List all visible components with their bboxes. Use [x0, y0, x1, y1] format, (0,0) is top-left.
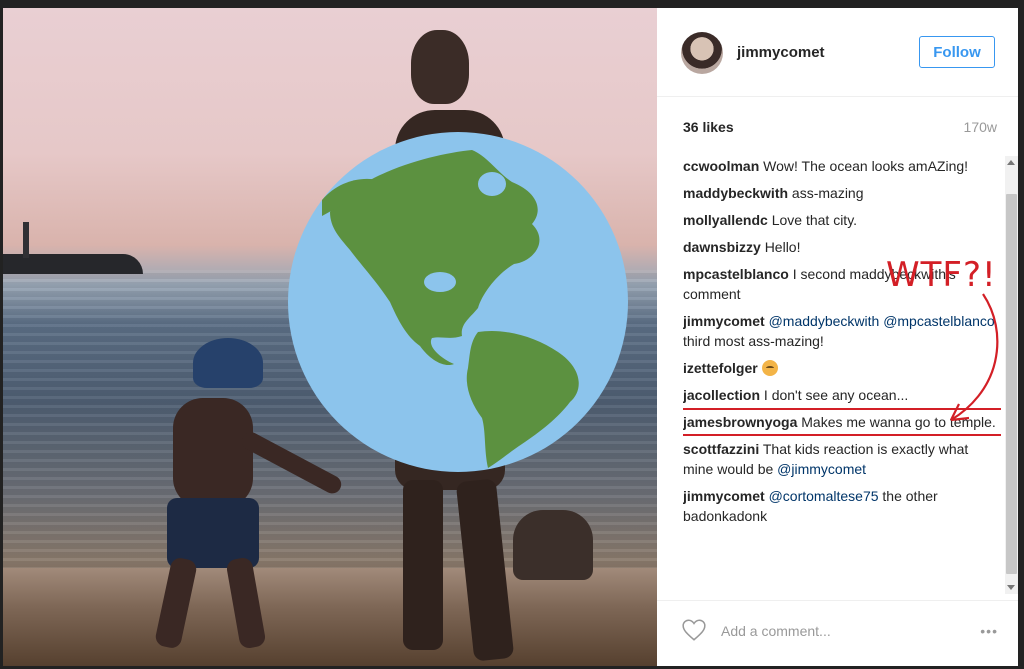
- comment-item: maddybeckwith ass-mazing: [683, 183, 1001, 203]
- likes-count[interactable]: 36 likes: [683, 119, 734, 135]
- username-link[interactable]: jimmycomet: [737, 44, 825, 61]
- follow-button[interactable]: Follow: [919, 36, 995, 68]
- annotation-text: WTF?!: [886, 255, 997, 295]
- comment-item: mollyallendc Love that city.: [683, 210, 1001, 230]
- scroll-down-arrow-icon[interactable]: [1007, 585, 1015, 590]
- comment-username[interactable]: dawnsbizzy: [683, 239, 761, 255]
- comment-footer: Add a comment... •••: [657, 600, 1018, 667]
- flushed-face-emoji: [761, 360, 778, 376]
- comment-text: ass-mazing: [791, 185, 864, 201]
- comment-text: third most ass-mazing!: [683, 333, 824, 349]
- globe-emoji-icon: [288, 132, 628, 472]
- photo-post: [23, 222, 29, 258]
- more-options-icon[interactable]: •••: [980, 623, 998, 639]
- post-header: jimmycomet Follow: [657, 8, 1018, 97]
- comment-username[interactable]: jamesbrownyoga: [683, 414, 797, 430]
- add-comment-input[interactable]: Add a comment...: [721, 623, 831, 639]
- comment-item: jimmycomet @cortomaltese75 the other bad…: [683, 486, 1001, 526]
- comment-text: I don't see any ocean...: [763, 387, 909, 403]
- comment-username[interactable]: izettefolger: [683, 360, 758, 376]
- comment-mention-link[interactable]: @jimmycomet: [777, 461, 866, 477]
- comment-username[interactable]: mpcastelblanco: [683, 266, 789, 282]
- avatar[interactable]: [681, 32, 723, 74]
- screenshot-frame: jimmycomet Follow 36 likes 170w ccwoolma…: [0, 0, 1024, 669]
- comment-item: dawnsbizzy Hello!: [683, 237, 1001, 257]
- comment-username[interactable]: jimmycomet: [683, 488, 765, 504]
- photo-dog-silhouette: [513, 510, 593, 580]
- comment-mention-link[interactable]: @cortomaltese75: [769, 488, 879, 504]
- heart-outline-icon[interactable]: [681, 617, 707, 643]
- comment-text: Wow! The ocean looks amAZing!: [763, 158, 969, 174]
- comment-username[interactable]: ccwoolman: [683, 158, 759, 174]
- comment-mention-link[interactable]: @maddybeckwith: [769, 313, 880, 329]
- scroll-up-arrow-icon[interactable]: [1007, 160, 1015, 165]
- comment-text: Love that city.: [771, 212, 858, 228]
- comment-username[interactable]: jimmycomet: [683, 313, 765, 329]
- scrollbar-thumb[interactable]: [1006, 194, 1017, 574]
- annotation-arrow-icon: [950, 293, 999, 422]
- comment-username[interactable]: maddybeckwith: [683, 185, 788, 201]
- comment-item: ccwoolman Wow! The ocean looks amAZing!: [683, 156, 1001, 176]
- comment-username[interactable]: jacollection: [683, 387, 760, 403]
- comment-username[interactable]: scottfazzini: [683, 441, 759, 457]
- post-age[interactable]: 170w: [964, 119, 997, 135]
- comment-text: Hello!: [764, 239, 801, 255]
- comment-username[interactable]: mollyallendc: [683, 212, 768, 228]
- comments-scrollbar[interactable]: [1005, 156, 1018, 594]
- comment-item: scottfazzini That kids reaction is exact…: [683, 439, 1001, 479]
